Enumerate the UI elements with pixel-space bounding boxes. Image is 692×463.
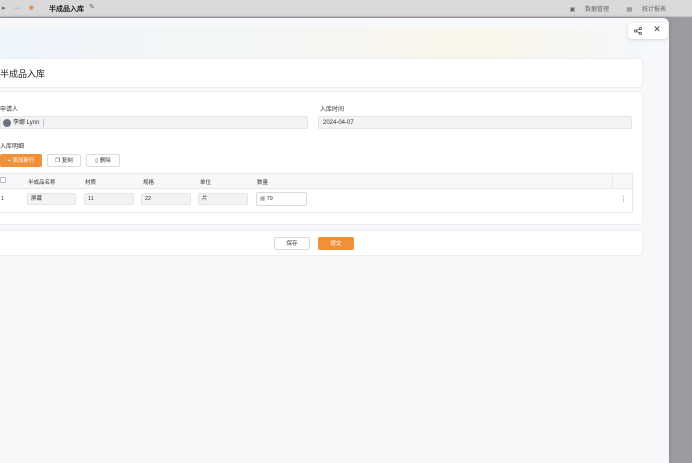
top-left-icons: ▸ ··· ❀ xyxy=(2,4,40,12)
chip-divider xyxy=(43,119,44,127)
cell-material[interactable]: 11 xyxy=(84,193,134,205)
app-top-bar: ▸ ··· ❀ 半成品入库 ✎ ▣ 数据管理 ▤ 统计报表 xyxy=(0,0,692,17)
cell-unit[interactable]: 片 xyxy=(198,193,248,205)
detail-label: 入库明细 xyxy=(0,144,25,150)
share-button[interactable] xyxy=(631,25,645,37)
app-title: 半成品入库 xyxy=(49,6,84,13)
chart-icon: ▤ xyxy=(626,7,633,13)
trash-icon: ▯ xyxy=(95,158,99,164)
footer-card: 保存 提交 xyxy=(0,230,643,256)
cell-spec[interactable]: 22 xyxy=(141,193,191,205)
tool-icon[interactable]: ✎ xyxy=(89,3,95,11)
submit-button[interactable]: 提交 xyxy=(318,237,354,250)
top-link-data[interactable]: ▣ 数据管理 xyxy=(562,7,609,13)
drawer-corner-actions: ✕ xyxy=(628,23,668,39)
close-button[interactable]: ✕ xyxy=(650,24,664,38)
menu-icon[interactable]: ▸ xyxy=(2,5,6,12)
drawer-title: 半成品入库 xyxy=(0,69,46,79)
time-label: 入库时间 xyxy=(320,107,345,113)
row-more-icon[interactable]: ⋮ xyxy=(620,195,627,203)
applicant-label: 申请人 xyxy=(0,107,19,113)
column-header-qty: 数量 xyxy=(257,180,269,186)
cell-name[interactable]: 屏幕 xyxy=(27,193,76,205)
data-icon: ▣ xyxy=(569,7,576,13)
user-chip[interactable]: 李娜 Lynn xyxy=(3,119,39,127)
save-button[interactable]: 保存 xyxy=(274,237,310,250)
drawer-title-card xyxy=(0,58,643,88)
table-header: 半成品名称 材质 规格 单位 数量 xyxy=(0,174,632,189)
avatar xyxy=(3,119,11,127)
column-header-spec: 规格 xyxy=(143,180,155,186)
calculator-icon: ▦ xyxy=(260,196,266,202)
time-field[interactable]: 2024-04-07 xyxy=(318,116,632,129)
applicant-field[interactable]: 李娜 Lynn xyxy=(0,116,308,129)
header-divider xyxy=(612,174,613,189)
delete-button[interactable]: ▯ 删除 xyxy=(86,154,120,167)
share-icon xyxy=(634,27,642,35)
column-header-material: 材质 xyxy=(85,180,97,186)
close-icon: ✕ xyxy=(653,24,661,34)
drawer: 半成品入库 ✕ 申请人 李娜 Lynn 入库时间 2024-04-07 入库明细 xyxy=(0,18,669,463)
column-header-unit: 单位 xyxy=(200,180,212,186)
cell-qty[interactable]: ▦ 79 xyxy=(256,192,307,206)
app-logo-icon: ❀ xyxy=(28,5,35,12)
select-all-checkbox[interactable] xyxy=(0,177,6,183)
more-icon[interactable]: ··· xyxy=(13,5,20,12)
detail-table: 半成品名称 材质 规格 单位 数量 1 屏幕 11 22 片 ▦ 79 ⋮ xyxy=(0,173,633,213)
copy-icon: ❐ xyxy=(55,158,61,164)
add-row-button[interactable]: + 添加新行 xyxy=(0,154,42,167)
copy-button[interactable]: ❐ 复制 xyxy=(47,154,81,167)
top-link-report[interactable]: ▤ 统计报表 xyxy=(619,7,666,13)
top-right-links: ▣ 数据管理 ▤ 统计报表 xyxy=(554,4,666,13)
drawer-header-band xyxy=(0,28,643,58)
row-index: 1 xyxy=(1,196,5,202)
column-header-name: 半成品名称 xyxy=(28,180,56,186)
